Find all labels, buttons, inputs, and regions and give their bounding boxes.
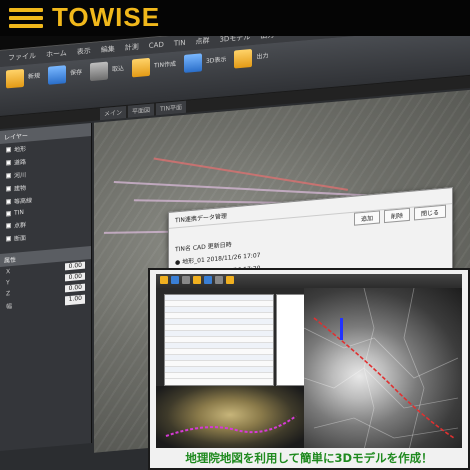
import-icon[interactable] xyxy=(90,61,109,82)
model-icon[interactable] xyxy=(183,53,202,73)
tool-icon xyxy=(226,276,234,284)
ribbon-label: 出力 xyxy=(256,52,269,61)
feature-inset: 地理院地図を利用して簡単に3Dモデルを作成！ xyxy=(148,268,470,470)
terrain-3d-view[interactable] xyxy=(156,386,304,448)
delete-button[interactable]: 削除 xyxy=(383,207,410,224)
menu-item[interactable]: 点群 xyxy=(195,36,209,47)
road-line xyxy=(113,181,372,197)
tab-tin-plan[interactable]: TIN平面 xyxy=(156,100,186,116)
prop-value[interactable]: 0.00 xyxy=(65,261,85,271)
checkbox-icon[interactable] xyxy=(6,236,11,242)
tool-icon xyxy=(215,276,223,284)
menu-item[interactable]: 計測 xyxy=(125,42,139,53)
tool-icon xyxy=(160,276,168,284)
relief-svg xyxy=(303,287,459,448)
close-button[interactable]: 閉じる xyxy=(413,204,446,221)
layer-panel: レイヤー 地形 道路 河川 建物 等高線 TIN 点群 断面 属性 X 0.00 … xyxy=(0,122,92,451)
ribbon-label: 3D表示 xyxy=(205,56,227,65)
tool-icon xyxy=(182,276,190,284)
prop-value[interactable]: 0.00 xyxy=(65,283,85,293)
menu-item[interactable]: 表示 xyxy=(77,46,91,57)
tool-icon xyxy=(171,276,179,284)
checkbox-icon[interactable] xyxy=(6,199,11,205)
brand-logo-text: TOWISE xyxy=(52,2,161,32)
save-icon[interactable] xyxy=(48,65,67,85)
checkbox-icon[interactable] xyxy=(6,211,11,217)
menu-icon[interactable] xyxy=(9,8,43,28)
checkbox-icon[interactable] xyxy=(6,160,11,166)
menu-item[interactable]: ホーム xyxy=(46,48,67,60)
tab-plan[interactable]: 平面図 xyxy=(128,103,155,118)
prop-value[interactable]: 1.00 xyxy=(65,294,85,306)
inset-caption: 地理院地図を利用して簡単に3Dモデルを作成！ xyxy=(185,451,433,465)
checkbox-icon[interactable] xyxy=(6,186,11,192)
checkbox-icon[interactable] xyxy=(6,173,11,179)
tab-main[interactable]: メイン xyxy=(100,105,127,121)
inset-screenshot xyxy=(156,274,462,448)
tin-icon[interactable] xyxy=(132,57,151,78)
checkbox-icon[interactable] xyxy=(6,223,11,229)
terrain-relief-view[interactable] xyxy=(303,287,462,448)
tool-icon xyxy=(204,276,212,284)
data-table xyxy=(164,294,274,386)
ribbon-label: 取込 xyxy=(112,65,125,74)
side-list xyxy=(276,294,306,386)
top-banner: TOWISE xyxy=(0,0,470,36)
tool-icon xyxy=(193,276,201,284)
folder-icon[interactable] xyxy=(6,68,24,89)
menu-item[interactable]: 編集 xyxy=(101,44,115,55)
prop-value[interactable]: 0.00 xyxy=(65,272,85,282)
menu-item[interactable]: CAD xyxy=(149,41,164,50)
add-button[interactable]: 追加 xyxy=(353,210,380,226)
ribbon-label: TIN作成 xyxy=(154,60,176,70)
mini-ribbon xyxy=(156,274,462,288)
menu-item[interactable]: ファイル xyxy=(8,51,36,63)
export-icon[interactable] xyxy=(234,48,253,69)
menu-item[interactable]: 3Dモデル xyxy=(219,36,250,45)
ribbon-label: 保存 xyxy=(70,68,83,77)
checkbox-icon[interactable] xyxy=(6,147,11,153)
ribbon-label: 新規 xyxy=(28,72,41,81)
menu-item[interactable]: TIN xyxy=(174,39,186,48)
terrain-path-svg xyxy=(165,415,297,437)
menu-item[interactable]: 出力 xyxy=(260,36,274,41)
